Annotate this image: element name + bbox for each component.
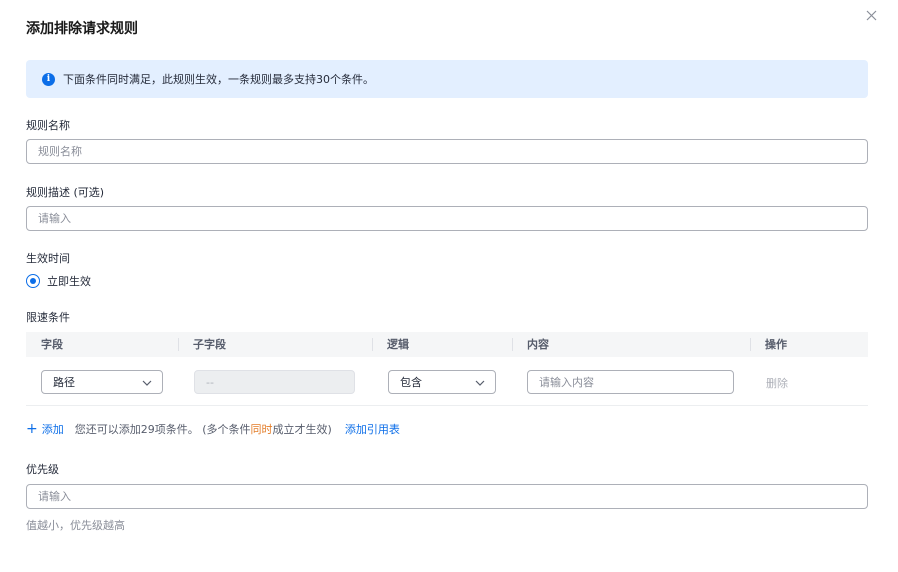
column-header: 操作 [765, 338, 787, 351]
logic-select[interactable]: 包含 [388, 370, 496, 394]
content-field [527, 370, 734, 394]
delete-button[interactable]: 删除 [766, 375, 788, 391]
add-hint-suffix: 成立才生效) [272, 423, 332, 436]
column-header: 内容 [527, 338, 549, 351]
column-divider [372, 338, 373, 351]
rule-name-input[interactable] [27, 140, 867, 163]
add-condition-row: + 添加 您还可以添加29项条件。 (多个条件同时成立才生效) 添加引用表 [26, 421, 400, 437]
close-icon [866, 10, 876, 20]
radio-label: 立即生效 [47, 275, 91, 288]
add-hint: 您还可以添加29项条件。 (多个条件同时成立才生效) [75, 421, 332, 437]
priority-helper-text: 值越小，优先级越高 [26, 519, 125, 532]
priority-label: 优先级 [26, 463, 59, 476]
conditions-label: 限速条件 [26, 311, 70, 324]
add-hint-highlight: 同时 [250, 423, 273, 436]
logic-select-value: 包含 [400, 376, 422, 389]
rule-desc-label: 规则描述 (可选) [26, 186, 105, 199]
priority-input[interactable] [27, 485, 867, 508]
radio-button[interactable] [26, 274, 40, 288]
content-input[interactable] [528, 371, 733, 393]
rule-desc-input[interactable] [27, 207, 867, 230]
rule-desc-field [26, 206, 868, 231]
column-header: 逻辑 [387, 338, 409, 351]
subfield-select-value: -- [206, 375, 214, 389]
info-icon: i [42, 72, 55, 86]
add-condition-button[interactable]: 添加 [42, 421, 64, 437]
field-select[interactable]: 路径 [41, 370, 163, 394]
effective-time-radio[interactable]: 立即生效 [26, 273, 91, 289]
dialog-title: 添加排除请求规则 [26, 21, 138, 37]
column-divider [178, 338, 179, 351]
conditions-table-header: 字段 子字段 逻辑 内容 操作 [26, 332, 868, 357]
info-banner: i 下面条件同时满足，此规则生效，一条规则最多支持30个条件。 [26, 60, 868, 98]
subfield-select: -- [194, 370, 355, 394]
add-hint-text: 您还可以添加29项条件。 (多个条件 [74, 423, 251, 436]
column-header: 子字段 [193, 338, 226, 351]
field-select-value: 路径 [53, 376, 75, 389]
rule-name-label: 规则名称 [26, 119, 70, 132]
close-button[interactable] [862, 6, 880, 24]
info-text: 下面条件同时满足，此规则生效，一条规则最多支持30个条件。 [63, 73, 374, 86]
priority-field [26, 484, 868, 509]
add-reference-table-link[interactable]: 添加引用表 [345, 421, 400, 437]
column-divider [512, 338, 513, 351]
plus-icon[interactable]: + [26, 422, 38, 436]
effective-time-label: 生效时间 [26, 252, 70, 265]
column-divider [750, 338, 751, 351]
chevron-down-icon [142, 380, 152, 386]
rule-name-field [26, 139, 868, 164]
radio-dot [30, 278, 36, 284]
chevron-down-icon [475, 380, 485, 386]
column-header: 字段 [41, 338, 63, 351]
table-row: 路径 -- 包含 删除 [26, 357, 868, 406]
